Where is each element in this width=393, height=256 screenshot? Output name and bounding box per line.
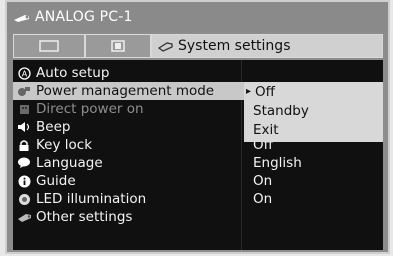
menu-item-beep[interactable]: Beep	[13, 118, 241, 136]
language-value: English	[253, 155, 302, 171]
power-management-dropdown: ▸ Off Standby Exit	[244, 82, 383, 142]
screen-icon	[39, 40, 59, 52]
menu-item-key-lock[interactable]: Key lock	[13, 136, 241, 154]
title-bar: ANALOG PC-1	[7, 2, 388, 32]
guide-value: On	[253, 173, 273, 189]
tab-image[interactable]	[13, 34, 85, 58]
settings-panel: A Auto setup Power management mode Direc…	[13, 60, 383, 250]
other-settings-icon	[16, 210, 32, 224]
tab-system-settings[interactable]: System settings	[151, 34, 383, 58]
speech-bubble-icon	[16, 156, 32, 170]
led-illumination-value: On	[253, 191, 273, 207]
option-exit[interactable]: Exit	[244, 120, 383, 139]
window-title: ANALOG PC-1	[35, 9, 133, 25]
option-standby[interactable]: Standby	[244, 101, 383, 120]
a-circle-icon: A	[16, 66, 32, 80]
svg-text:A: A	[21, 69, 27, 78]
menu-item-auto-setup[interactable]: A Auto setup	[13, 64, 241, 82]
power-icon	[16, 84, 32, 98]
speaker-icon	[16, 120, 32, 134]
system-settings-icon	[158, 40, 174, 52]
panel-icon	[111, 40, 125, 52]
projector-icon	[13, 10, 31, 24]
led-icon	[16, 192, 32, 206]
tab-system-settings-label: System settings	[178, 38, 291, 54]
option-off[interactable]: ▸ Off	[244, 82, 383, 101]
info-icon	[16, 174, 32, 188]
menu-item-led-illumination[interactable]: LED illumination	[13, 190, 241, 208]
selection-arrow-icon: ▸	[246, 86, 252, 97]
lock-icon	[16, 138, 32, 152]
tab-settings[interactable]	[85, 34, 151, 58]
menu-item-guide[interactable]: Guide	[13, 172, 241, 190]
plug-icon	[16, 102, 32, 116]
projector-menu-window: ANALOG PC-1 System settings A Auto setup	[5, 0, 390, 254]
menu-item-other-settings[interactable]: Other settings	[13, 208, 241, 226]
menu-item-direct-power-on[interactable]: Direct power on	[13, 100, 241, 118]
tab-bar: System settings	[13, 34, 383, 58]
menu-item-language[interactable]: Language	[13, 154, 241, 172]
